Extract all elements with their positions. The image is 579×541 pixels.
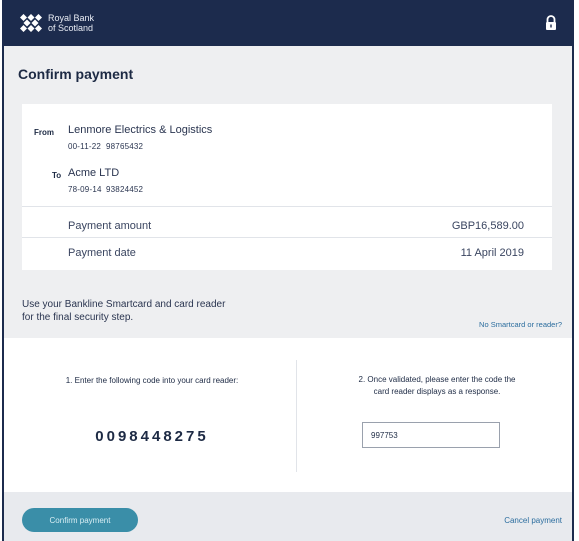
from-sort-code: 00-11-22: [68, 142, 102, 151]
payment-amount-label: Payment amount: [68, 220, 152, 232]
step-divider: [296, 360, 297, 472]
card-reader-steps: 1. Enter the following code into your ca…: [4, 338, 572, 492]
from-label: From: [34, 128, 54, 137]
brand-name: Royal Bank of Scotland: [48, 13, 94, 33]
security-instruction: Use your Bankline Smartcard and card rea…: [22, 298, 302, 324]
step2-instruction: 2. Once validated, please enter the code…: [314, 374, 560, 398]
brand-name-line2: of Scotland: [48, 23, 94, 33]
step1-instruction: 1. Enter the following code into your ca…: [65, 376, 239, 385]
lock-icon: [546, 15, 556, 30]
no-smartcard-link[interactable]: No Smartcard or reader?: [479, 320, 562, 329]
payment-date-label: Payment date: [68, 247, 136, 259]
challenge-code: 0098448275: [95, 428, 209, 445]
from-account-number: 98765432: [106, 142, 144, 151]
payment-amount-value: GBP16,589.00: [451, 220, 524, 232]
step2-instruction-line1: 2. Once validated, please enter the code…: [358, 375, 516, 384]
to-account-number: 93824452: [106, 185, 144, 194]
to-sort-code: 78-09-14: [68, 185, 102, 194]
daisy-logo-icon: [20, 14, 42, 32]
top-bar: Royal Bank of Scotland: [4, 0, 572, 46]
footer-bar: Confirm payment Cancel payment: [4, 492, 572, 541]
response-code-input[interactable]: [362, 422, 500, 448]
page-title: Confirm payment: [18, 66, 134, 82]
to-label: To: [52, 171, 62, 180]
payment-window: Royal Bank of Scotland Confirm payment F…: [2, 0, 574, 541]
payment-date-value: 11 April 2019: [460, 247, 524, 259]
from-name: Lenmore Electrics & Logistics: [68, 124, 213, 136]
confirm-payment-button[interactable]: Confirm payment: [22, 508, 138, 532]
brand-name-line1: Royal Bank: [48, 13, 95, 23]
brand-logo: Royal Bank of Scotland: [20, 13, 94, 33]
divider: [22, 237, 552, 238]
security-instruction-line1: Use your Bankline Smartcard and card rea…: [22, 299, 226, 310]
step2-instruction-line2: card reader displays as a response.: [373, 387, 501, 396]
to-name: Acme LTD: [68, 167, 120, 179]
cancel-payment-link[interactable]: Cancel payment: [504, 516, 562, 525]
divider: [22, 206, 552, 207]
payment-summary-card: From Lenmore Electrics & Logistics 00-11…: [22, 104, 552, 270]
security-instruction-line2: for the final security step.: [22, 312, 134, 323]
